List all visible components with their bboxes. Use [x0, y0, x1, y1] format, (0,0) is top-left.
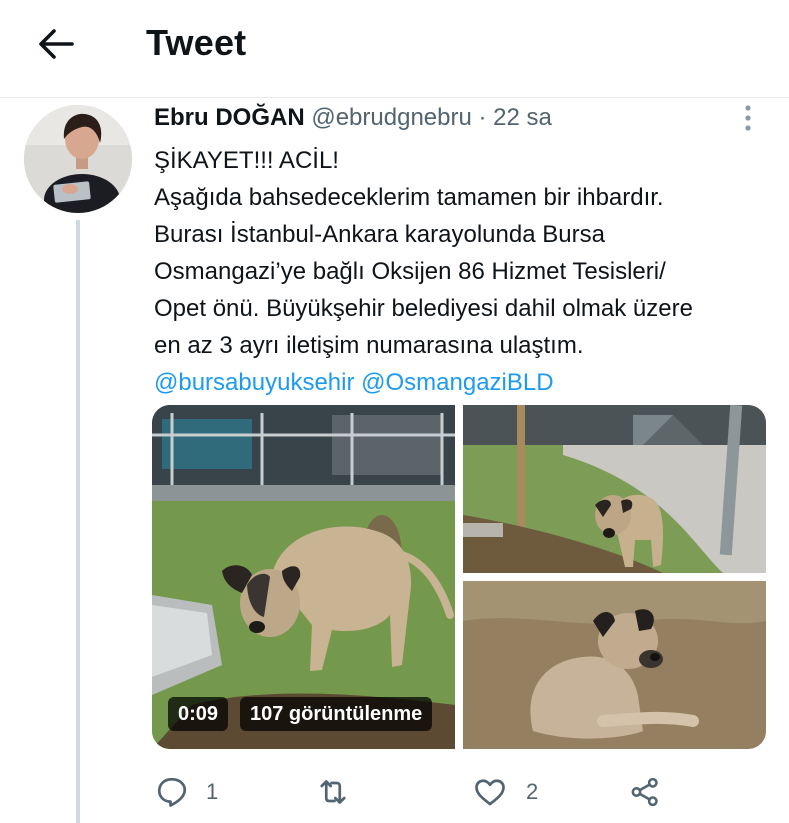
- retweet-button[interactable]: [314, 770, 352, 814]
- top-bar: Tweet: [0, 0, 789, 98]
- tweet-text-line: Burası İstanbul-Ankara karayolunda Bursa: [154, 221, 605, 248]
- more-vertical-icon: [745, 105, 751, 131]
- tweet-text-line: Osmangazi’ye bağlı Oksijen 86 Hizmet Tes…: [154, 258, 666, 285]
- mentions-line: @bursabuyuksehir @OsmangaziBLD: [154, 364, 774, 401]
- share-button[interactable]: [628, 770, 662, 814]
- media-grid: 0:09 107 görüntülenme: [152, 405, 766, 749]
- thread-line: [76, 220, 80, 823]
- reply-button[interactable]: 1: [154, 770, 218, 814]
- tweet-text-line: Opet önü. Büyükşehir belediyesi dahil ol…: [154, 295, 693, 322]
- mention-link[interactable]: @bursabuyuksehir: [154, 369, 354, 396]
- profile-photo: [24, 105, 132, 213]
- page-title: Tweet: [146, 22, 247, 63]
- video-duration-badge: 0:09: [168, 697, 229, 731]
- author-name[interactable]: Ebru DOĞAN: [154, 104, 305, 131]
- retweet-icon: [320, 780, 346, 804]
- photo-thumbnail[interactable]: [463, 405, 766, 573]
- tweet-text-line: Aşağıda bahsedeceklerim tamamen bir ihba…: [154, 184, 664, 211]
- tweet-text: ŞİKAYET!!! ACİL! Aşağıda bahsedeceklerim…: [154, 142, 774, 401]
- mention-link[interactable]: @OsmangaziBLD: [361, 369, 553, 396]
- photo-thumbnail[interactable]: [463, 581, 766, 749]
- tweet-time[interactable]: 22 sa: [493, 104, 552, 131]
- author-handle[interactable]: @ebrudgnebru: [311, 104, 471, 131]
- video-views-badge: 107 görüntülenme: [240, 697, 433, 731]
- dog-lying-photo: [463, 581, 766, 749]
- tweet-actions: 1 2: [154, 770, 774, 814]
- video-player[interactable]: 0:09 107 görüntülenme: [152, 405, 455, 749]
- arrow-left-icon: [39, 29, 74, 59]
- share-icon: [631, 777, 658, 807]
- dog-photo: [463, 405, 766, 573]
- tweet-text-line: ŞİKAYET!!! ACİL!: [154, 147, 339, 174]
- more-options-button[interactable]: [738, 104, 758, 132]
- avatar[interactable]: [24, 105, 132, 213]
- tweet-text-line: en az 3 ayrı iletişim numarasına ulaştım…: [154, 332, 584, 359]
- reply-icon: [157, 777, 187, 807]
- tweet-meta: Ebru DOĞAN @ebrudgnebru · 22 sa: [154, 104, 552, 132]
- like-button[interactable]: 2: [472, 770, 538, 814]
- like-icon: [475, 779, 505, 806]
- meta-separator: ·: [478, 104, 487, 131]
- reply-count: 1: [206, 779, 219, 804]
- back-button[interactable]: [36, 26, 76, 62]
- like-count: 2: [526, 779, 539, 804]
